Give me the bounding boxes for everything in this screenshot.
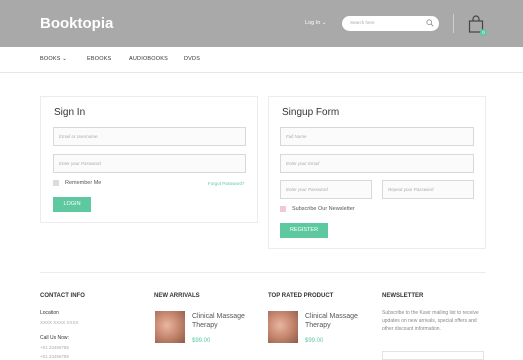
nav-ebooks[interactable]: EBOOKS <box>87 56 111 62</box>
product-thumbnail[interactable] <box>268 311 298 343</box>
phone-2: +01 23456789 <box>40 354 69 359</box>
location-label: Location <box>40 310 59 316</box>
call-label: Call Us Now: <box>40 335 69 341</box>
signup-title: Singup Form <box>282 107 340 118</box>
remember-me-checkbox[interactable] <box>53 180 59 186</box>
header-divider <box>453 14 454 33</box>
top-rated-title: TOP RATED PRODUCT <box>268 293 334 299</box>
product-price: $99.00 <box>305 338 324 344</box>
signin-email-placeholder: Email or Username <box>59 134 98 139</box>
footer-divider <box>40 272 486 273</box>
remember-me-label: Remember Me <box>65 180 102 186</box>
signup-repeat-placeholder: Repeat your Password <box>388 187 434 192</box>
search-input[interactable]: Search here <box>350 20 375 25</box>
nav-books[interactable]: BOOKS ⌄ <box>40 56 67 62</box>
signup-name-field[interactable]: Full Name <box>280 127 474 146</box>
product-name[interactable]: Clinical Massage Therapy <box>192 312 262 330</box>
cart-count-badge: 0 <box>480 29 487 36</box>
phone-1: +01 23456789 <box>40 345 69 350</box>
site-logo[interactable]: Booktopia <box>40 15 113 32</box>
signup-email-placeholder: Enter your Email <box>286 161 320 166</box>
signup-repeat-password-field[interactable]: Repeat your Password <box>382 180 474 199</box>
nav-audiobooks[interactable]: AUDIOBOOKS <box>129 56 168 62</box>
main-nav: BOOKS ⌄ EBOOKS AUDIOBOOKS DVDS <box>0 47 523 73</box>
newsletter-label: Subscribe Our Newsletter <box>292 206 355 212</box>
site-header: Booktopia Log In ⌄ Search here 0 <box>0 0 523 47</box>
signin-password-placeholder: Enter your Password <box>59 161 101 166</box>
login-dropdown[interactable]: Log In ⌄ <box>305 20 326 26</box>
nav-dvds[interactable]: DVDS <box>184 56 200 62</box>
signin-title: Sign In <box>54 107 86 118</box>
signin-email-field[interactable]: Email or Username <box>53 127 246 146</box>
newsletter-text: Subscribe to the Kavir mailing list to r… <box>382 310 479 332</box>
new-arrivals-title: NEW ARRIVALS <box>154 293 200 299</box>
register-button[interactable]: REGISTER <box>280 223 328 238</box>
signin-password-field[interactable]: Enter your Password <box>53 154 246 173</box>
login-button[interactable]: LOGIN <box>53 197 91 212</box>
search-icon[interactable] <box>426 19 434 27</box>
product-name[interactable]: Clinical Massage Therapy <box>305 312 375 330</box>
signup-email-field[interactable]: Enter your Email <box>280 154 474 173</box>
signup-panel: Singup Form Full Name Enter your Email E… <box>268 96 486 249</box>
signup-password-placeholder: Enter your Password <box>286 187 328 192</box>
product-thumbnail[interactable] <box>155 311 185 343</box>
product-price: $99.00 <box>192 338 211 344</box>
forgot-password-link[interactable]: Forgot Password? <box>208 181 245 186</box>
signup-name-placeholder: Full Name <box>286 134 307 139</box>
newsletter-checkbox[interactable] <box>280 206 286 212</box>
newsletter-email-input[interactable] <box>382 351 484 360</box>
newsletter-title: NEWSLETTER <box>382 293 424 299</box>
search-box[interactable]: Search here <box>342 16 439 31</box>
location-value: XXXX XXXX XXXX <box>40 320 79 325</box>
signin-panel: Sign In Email or Username Enter your Pas… <box>40 96 258 223</box>
contact-info-title: CONTACT INFO <box>40 293 85 299</box>
signup-password-field[interactable]: Enter your Password <box>280 180 372 199</box>
